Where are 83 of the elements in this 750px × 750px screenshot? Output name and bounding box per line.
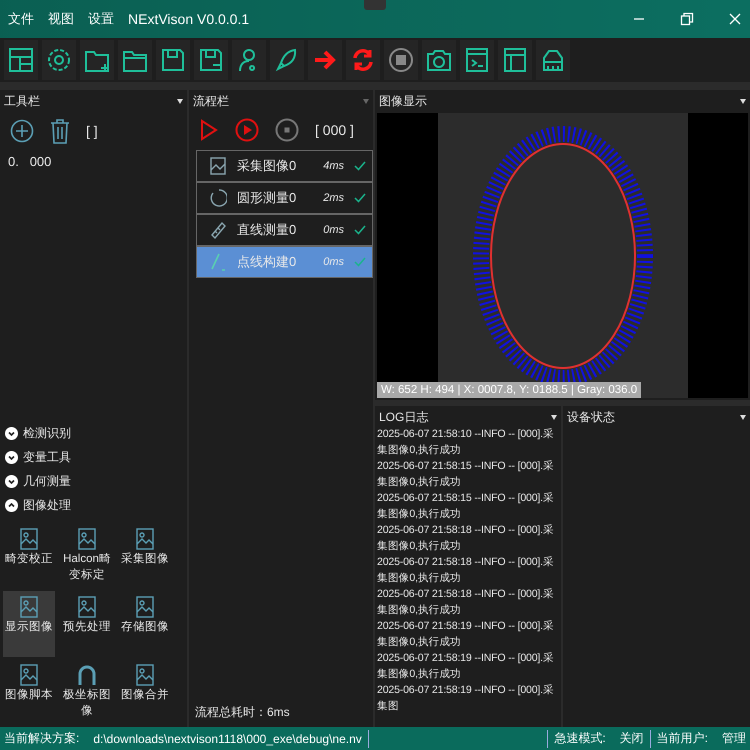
tool-icon: [76, 595, 98, 619]
category-label: 变量工具: [23, 448, 71, 466]
speed-mode-label: 急速模式:: [554, 730, 606, 747]
new-folder-icon[interactable]: [80, 40, 114, 80]
log-entry: 2025-06-07 21:58:19 --INFO -- [000].采集图: [377, 683, 555, 714]
tool-item[interactable]: 预先处理: [61, 591, 113, 657]
restore-icon[interactable]: [680, 12, 694, 26]
user-value: 管理: [722, 730, 746, 747]
camera-icon[interactable]: [422, 40, 456, 80]
tool-icon: [18, 663, 40, 687]
close-icon[interactable]: [728, 12, 742, 26]
solution-item[interactable]: 0. 000: [0, 148, 187, 175]
tool-item[interactable]: 显示图像: [3, 591, 55, 657]
drag-handle[interactable]: [364, 0, 386, 10]
category-label: 几何测量: [23, 472, 71, 490]
panel-title: LOG日志: [379, 408, 428, 426]
play-once-icon[interactable]: [235, 118, 259, 142]
tool-item[interactable]: 图像合并: [119, 659, 171, 725]
log-entry: 2025-06-07 21:58:19 --INFO -- [000].采集图像0,执行成功: [377, 651, 555, 682]
log-entry: 2025-06-07 21:58:18 --INFO -- [000].采集图像0,执行成功: [377, 587, 555, 618]
step-icon: [209, 252, 227, 272]
tool-item[interactable]: 图像脚本: [3, 659, 55, 725]
tool-icon: [134, 663, 156, 687]
log-entry: 2025-06-07 21:58:18 --INFO -- [000].采集图像0,执行成功: [377, 555, 555, 586]
user-icon[interactable]: [232, 40, 266, 80]
speed-mode-value: 关闭: [620, 730, 644, 747]
folder-icon[interactable]: [118, 40, 152, 80]
total-time-label: 流程总耗时：6ms: [194, 704, 291, 721]
panel-title: 流程栏: [193, 92, 229, 110]
stop-icon[interactable]: [384, 40, 418, 80]
panel-title: 工具栏: [4, 92, 40, 110]
flow-step[interactable]: 圆形测量0 2ms: [196, 182, 373, 214]
tool-item[interactable]: 畸变校正: [3, 523, 55, 589]
bracket-label: [ ]: [86, 123, 98, 139]
panel-title: 图像显示: [379, 92, 427, 110]
log-entry: 2025-06-07 21:58:18 --INFO -- [000].采集图像0,执行成功: [377, 523, 555, 554]
menu-item[interactable]: 设置: [88, 10, 114, 28]
tool-icon: [134, 527, 156, 551]
panel-title: 设备状态: [567, 408, 615, 426]
category-label: 检测识别: [23, 424, 71, 442]
tool-icon: [76, 527, 98, 551]
stop-icon[interactable]: [275, 118, 299, 142]
save-as-icon[interactable]: [194, 40, 228, 80]
step-icon: [209, 220, 227, 240]
category-header[interactable]: 几何测量: [0, 469, 187, 493]
menu-item[interactable]: 文件: [8, 10, 34, 28]
tool-item[interactable]: 采集图像: [119, 523, 171, 589]
play-icon[interactable]: [199, 118, 219, 142]
pixel-info-label: W: 652 H: 494 | X: 0007.8, Y: 0188.5 | Gray: 036.0: [377, 382, 642, 398]
arrow-right-icon[interactable]: [308, 40, 342, 80]
solution-path: d:\downloads\nextvison1118\000_exe\debug\ne.nv: [93, 732, 362, 746]
category-label: 图像处理: [23, 496, 71, 514]
log-entry: 2025-06-07 21:58:15 --INFO -- [000].采集图像0,执行成功: [377, 459, 555, 490]
tool-item[interactable]: 存储图像: [119, 591, 171, 657]
trash-icon[interactable]: [50, 118, 70, 144]
log-entry: 2025-06-07 21:58:19 --INFO -- [000].采集图像0,执行成功: [377, 619, 555, 650]
solution-label: 当前解决方案:: [4, 730, 80, 747]
menu-item[interactable]: 视图: [48, 10, 74, 28]
flow-step[interactable]: 采集图像0 4ms: [196, 150, 373, 182]
window-icon[interactable]: [498, 40, 532, 80]
tool-item[interactable]: Halcon畸变标定: [61, 523, 113, 589]
refresh-icon[interactable]: [346, 40, 380, 80]
category-header[interactable]: 变量工具: [0, 445, 187, 469]
terminal-icon[interactable]: [460, 40, 494, 80]
log-entry: 2025-06-07 21:58:15 --INFO -- [000].采集图像0,执行成功: [377, 491, 555, 522]
tool-icon: [76, 663, 98, 687]
category-header[interactable]: 检测识别: [0, 421, 187, 445]
layout-icon[interactable]: [4, 40, 38, 80]
step-icon: [209, 156, 227, 176]
log-entry: 2025-06-07 21:58:10 --INFO -- [000].采集图像0,执行成功: [377, 427, 555, 458]
tool-icon: [18, 527, 40, 551]
add-icon[interactable]: [10, 119, 34, 143]
tool-icon: [134, 595, 156, 619]
tool-item[interactable]: 极坐标图像: [61, 659, 113, 725]
flow-step[interactable]: 直线测量0 0ms: [196, 214, 373, 246]
window-title: NExtVison V0.0.0.1: [128, 11, 250, 27]
user-label: 当前用户:: [656, 730, 708, 747]
tool-icon: [18, 595, 40, 619]
category-header[interactable]: 图像处理: [0, 493, 187, 517]
settings-icon[interactable]: [42, 40, 76, 80]
counter-label: [ 000 ]: [315, 122, 354, 138]
step-icon: [209, 188, 227, 208]
save-icon[interactable]: [156, 40, 190, 80]
